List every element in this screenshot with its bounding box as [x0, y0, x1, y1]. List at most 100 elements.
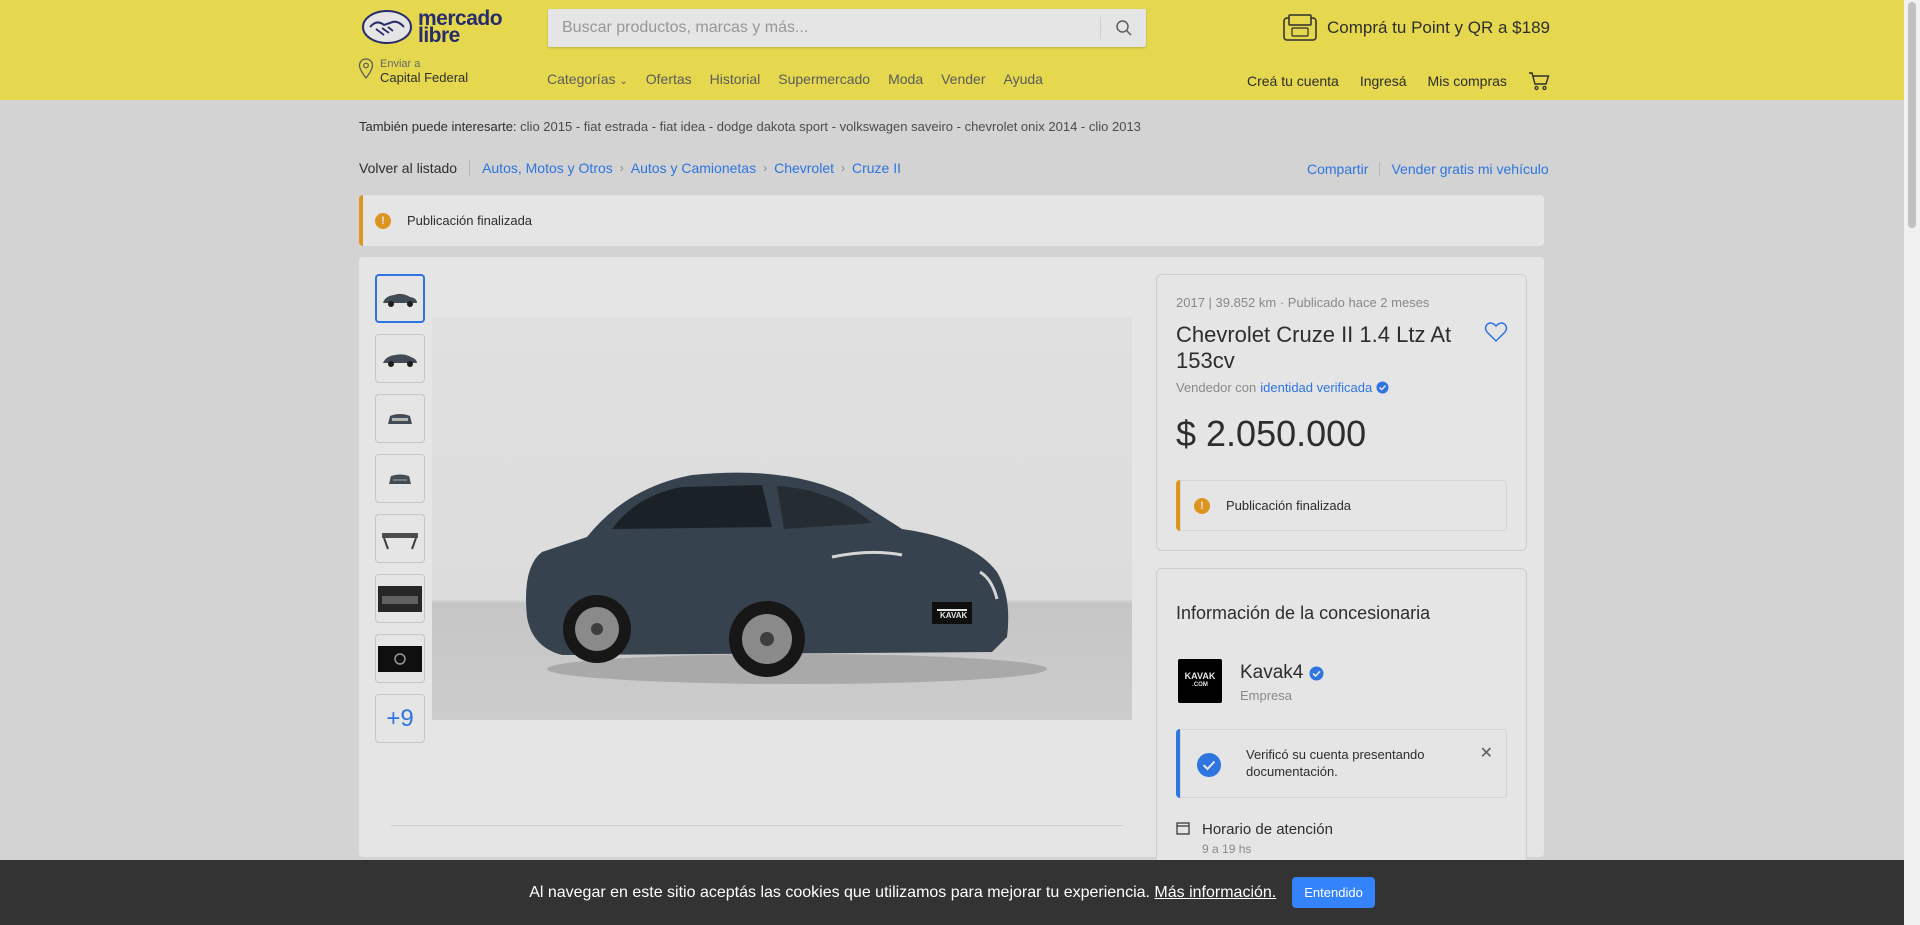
main-nav: Categorías ⌄ Ofertas Historial Supermerc…	[547, 71, 1043, 87]
point-device-icon	[1283, 14, 1317, 41]
nav-ofertas[interactable]: Ofertas	[646, 71, 692, 87]
search-icon	[1115, 20, 1132, 36]
back-to-list-link[interactable]: Volver al listado	[359, 160, 471, 176]
verified-badge-icon	[1309, 666, 1324, 680]
my-purchases-link[interactable]: Mis compras	[1428, 73, 1507, 89]
dealer-logo[interactable]: KAVAK .COM	[1178, 659, 1222, 703]
sell-vehicle-link[interactable]: Vender gratis mi vehículo	[1391, 161, 1548, 177]
nav-ayuda[interactable]: Ayuda	[1003, 71, 1042, 87]
user-nav: Creá tu cuenta Ingresá Mis compras	[1247, 71, 1550, 91]
create-account-link[interactable]: Creá tu cuenta	[1247, 73, 1339, 89]
dealer-logo-top: KAVAK	[1184, 671, 1216, 681]
divider	[1379, 162, 1381, 176]
listing-title: Chevrolet Cruze II 1.4 Ltz At 153cv	[1176, 322, 1452, 373]
login-link[interactable]: Ingresá	[1360, 73, 1407, 89]
breadcrumb-item[interactable]: Autos, Motos y Otros	[482, 160, 613, 176]
verified-text: Verificó su cuenta presentando documenta…	[1246, 747, 1425, 779]
car-image: KAVAK	[526, 472, 1047, 684]
logo-wordmark: mercado libre	[418, 8, 503, 46]
thumbnail-3[interactable]	[375, 394, 425, 443]
dealer-name-text: Kavak4	[1240, 662, 1304, 683]
close-icon[interactable]: ✕	[1480, 743, 1493, 763]
more-info-link[interactable]: Más información.	[1154, 884, 1276, 901]
dealer-type: Empresa	[1240, 688, 1293, 703]
thumbnail-4[interactable]	[375, 454, 425, 503]
nav-vender[interactable]: Vender	[941, 71, 985, 87]
search-input[interactable]	[548, 9, 1088, 47]
seller-verified: Vendedor con identidad verificada	[1176, 380, 1389, 395]
more-photos-count: +9	[386, 704, 414, 732]
warning-icon: !	[1194, 497, 1210, 514]
verified-shield-icon	[1197, 753, 1221, 777]
car-rear-icon	[389, 474, 411, 484]
nav-categorias-label: Categorías	[547, 71, 616, 87]
scrollbar-thumb[interactable]	[1908, 2, 1916, 228]
dealer-heading: Información de la concesionaria	[1176, 603, 1431, 623]
nav-categorias[interactable]: Categorías ⌄	[547, 71, 628, 87]
cookie-banner: Al navegar en este sitio aceptás las coo…	[0, 860, 1904, 925]
verified-identity-link[interactable]: identidad verificada	[1260, 380, 1372, 395]
breadcrumb-item[interactable]: Cruze II	[852, 160, 901, 176]
related-searches-items[interactable]: clio 2015 - fiat estrada - fiat idea - d…	[520, 119, 1141, 134]
cookie-text: Al navegar en este sitio aceptás las coo…	[529, 884, 1276, 902]
accept-cookies-button[interactable]: Entendido	[1292, 877, 1375, 908]
thumbnail-1[interactable]	[375, 274, 425, 323]
cart-icon[interactable]	[1528, 71, 1550, 91]
mercadolibre-logo[interactable]: mercado libre	[362, 8, 503, 46]
dealer-logo-bottom: .COM	[1192, 682, 1208, 688]
car-interior-icon	[378, 585, 422, 612]
listing-info-panel: 2017 | 39.852 km · Publicado hace 2 mese…	[1156, 274, 1527, 551]
main-car-photo[interactable]: KAVAK	[432, 317, 1132, 720]
listing-meta: 2017 | 39.852 km · Publicado hace 2 mese…	[1176, 295, 1430, 310]
chevron-down-icon: ⌄	[619, 76, 628, 87]
search-button[interactable]	[1100, 17, 1146, 39]
hours-label: Horario de atención	[1202, 821, 1333, 838]
kavak-plate-text: KAVAK	[940, 611, 967, 620]
thumbnail-list: +9	[375, 274, 425, 743]
thumbnail-2[interactable]	[375, 334, 425, 383]
nav-moda[interactable]: Moda	[888, 71, 923, 87]
cookie-message: Al navegar en este sitio aceptás las coo…	[529, 883, 1150, 901]
share-actions: Compartir Vender gratis mi vehículo	[1307, 161, 1549, 177]
chevron-right-icon: ›	[619, 161, 624, 175]
dealer-info-panel: Información de la concesionaria KAVAK .C…	[1156, 568, 1527, 868]
delivery-location[interactable]: Enviar a Capital Federal	[358, 58, 468, 85]
verified-account-notice: Verificó su cuenta presentando documenta…	[1176, 729, 1507, 798]
opening-hours: Horario de atención 9 a 19 hs	[1176, 821, 1333, 856]
nav-supermercado[interactable]: Supermercado	[778, 71, 870, 87]
location-value: Capital Federal	[380, 70, 469, 85]
related-searches: También puede interesarte: clio 2015 - f…	[359, 119, 1141, 134]
point-promo[interactable]: Comprá tu Point y QR a $189	[1283, 14, 1550, 42]
handshake-logo-icon	[362, 10, 412, 44]
header: mercado libre Comprá tu Point y QR a $18…	[0, 0, 1904, 100]
car-thumbnail-icon	[383, 353, 417, 367]
thumbnail-5[interactable]	[375, 514, 425, 563]
ended-listing-status: ! Publicación finalizada	[1176, 480, 1507, 531]
car-thumbnail-icon	[383, 293, 417, 307]
location-label: Enviar a	[380, 58, 421, 70]
thumbnail-6[interactable]	[375, 574, 425, 623]
nav-historial[interactable]: Historial	[710, 71, 761, 87]
chevron-right-icon: ›	[841, 161, 845, 175]
alert-text: Publicación finalizada	[407, 213, 533, 228]
car-interior-icon	[382, 532, 418, 549]
dealer-name[interactable]: Kavak4	[1240, 662, 1324, 684]
breadcrumb-item[interactable]: Chevrolet	[774, 160, 834, 176]
heart-icon[interactable]	[1484, 321, 1508, 343]
thumbnail-7[interactable]	[375, 634, 425, 683]
hours-value: 9 a 19 hs	[1202, 842, 1252, 856]
promo-text: Comprá tu Point y QR a $189	[1327, 18, 1551, 37]
seller-prefix: Vendedor con	[1176, 380, 1257, 395]
divider	[391, 825, 1123, 826]
share-link[interactable]: Compartir	[1307, 161, 1368, 177]
calendar-icon	[1176, 822, 1190, 835]
location-pin-icon	[358, 58, 374, 80]
warning-icon: !	[375, 212, 391, 229]
breadcrumb-item[interactable]: Autos y Camionetas	[631, 160, 756, 176]
chevron-right-icon: ›	[763, 161, 768, 175]
more-photos-button[interactable]: +9	[375, 694, 425, 743]
search-bar	[548, 9, 1146, 47]
scrollbar[interactable]	[1904, 0, 1920, 925]
car-front-icon	[388, 413, 412, 424]
ended-listing-alert: ! Publicación finalizada	[359, 195, 1544, 246]
